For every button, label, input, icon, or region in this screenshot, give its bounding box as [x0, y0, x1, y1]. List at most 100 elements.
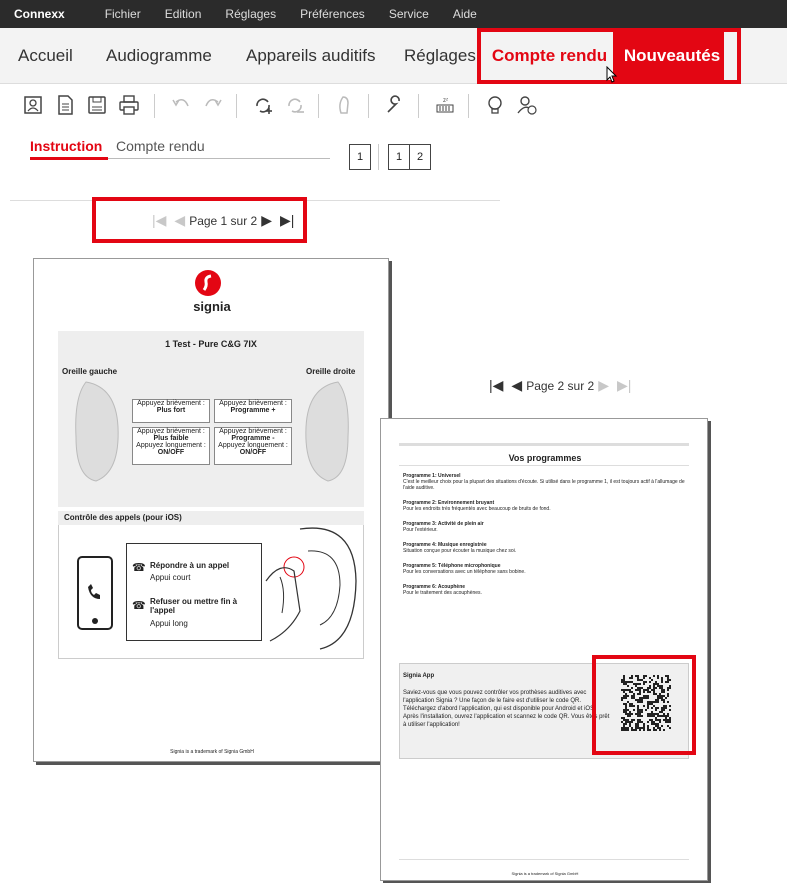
qr-code-icon: [621, 675, 671, 731]
reject-call-sub: Appui long: [150, 619, 188, 628]
right-ear-label: Oreille droite: [306, 367, 356, 376]
program-desc: C'est le meilleur choix pour la plupart …: [403, 479, 685, 491]
redo-icon[interactable]: [200, 92, 226, 118]
report-page-2: Vos programmes Programme 1: Universel C'e…: [380, 418, 708, 881]
page2-footer: Signia is a trademark of Signia GmbH: [511, 871, 579, 876]
app-text: Saviez-vous que vous pouvez contrôler vo…: [403, 690, 610, 728]
signia-logo-text: signia: [193, 299, 231, 314]
toolbar: zᶻ: [0, 84, 787, 128]
last-page-icon[interactable]: ▶|: [280, 212, 294, 229]
toolbar-separator: [368, 94, 369, 118]
prev-page-icon[interactable]: ◀: [511, 377, 522, 394]
last-page-icon[interactable]: ▶|: [617, 377, 631, 394]
page-indicator: Page 2 sur 2: [526, 378, 595, 393]
menu-bar: Connexx Fichier Edition Réglages Préfére…: [0, 0, 787, 28]
first-page-icon[interactable]: |◀: [152, 212, 166, 229]
toolbar-separator: [468, 94, 469, 118]
programs-list: Programme 1: Universel C'est le meilleur …: [403, 473, 693, 605]
toolbar-separator: [418, 94, 419, 118]
menu-reglages[interactable]: Réglages: [225, 7, 276, 21]
report-page-1: signia 1 Test - Pure C&G 7IX Oreille gau…: [33, 258, 389, 762]
layout-separator: [378, 144, 379, 170]
next-page-icon[interactable]: ▶: [261, 212, 272, 229]
program-desc: Pour les conversations avec un téléphone…: [403, 569, 526, 575]
nav-audiogramme[interactable]: Audiogramme: [106, 46, 212, 66]
program-desc: Situation conçue pour écouter la musique…: [403, 548, 517, 554]
program-item: Programme 6: Acouphène Pour le traitement…: [403, 584, 693, 596]
menu-aide[interactable]: Aide: [453, 7, 477, 21]
nav-compte-rendu[interactable]: Compte rendu: [490, 28, 609, 84]
sync-icon[interactable]: [282, 92, 308, 118]
undo-icon[interactable]: [168, 92, 194, 118]
main-nav: Accueil Audiogramme Appareils auditifs R…: [0, 28, 787, 84]
nav-nouveautes[interactable]: Nouveautés: [620, 28, 724, 84]
save-icon[interactable]: [84, 92, 110, 118]
prev-page-icon[interactable]: ◀: [174, 212, 185, 229]
program-desc: Pour les endroits très fréquentés avec b…: [403, 506, 551, 512]
menu-service[interactable]: Service: [389, 7, 429, 21]
menu-fichier[interactable]: Fichier: [105, 7, 141, 21]
menu-preferences[interactable]: Préférences: [300, 7, 365, 21]
next-page-icon[interactable]: ▶: [598, 377, 609, 394]
program-item: Programme 2: Environnement bruyant Pour l…: [403, 500, 693, 512]
footer-rule: [399, 859, 689, 860]
left-hearing-aid-icon: [75, 381, 119, 482]
ear-hand-illustration: [265, 527, 357, 650]
hearing-aid-icon[interactable]: [332, 92, 358, 118]
program-item: Programme 4: Musique enregistrée Situatio…: [403, 542, 693, 554]
pager-page-2: |◀ ◀ Page 2 sur 2 ▶ ▶|: [485, 377, 635, 394]
program-desc: Pour le traitement des acouphènes.: [403, 590, 482, 596]
tab-instruction[interactable]: Instruction: [30, 138, 102, 154]
device-title: 1 Test - Pure C&G 7IX: [165, 339, 257, 349]
program-item: Programme 1: Universel C'est le meilleur …: [403, 473, 693, 491]
info-box-plus-faible: Appuyez brièvement : Plus faible Appuyez l…: [132, 427, 210, 465]
toolbar-separator: [236, 94, 237, 118]
call-instructions-box: [126, 543, 262, 641]
right-hearing-aid-icon: [305, 381, 349, 482]
reject-call-label: Refuser ou mettre fin à l'appel: [150, 597, 238, 615]
first-page-icon[interactable]: |◀: [489, 377, 503, 394]
nav-accueil[interactable]: Accueil: [18, 46, 73, 66]
nav-appareils-auditifs[interactable]: Appareils auditifs: [246, 46, 375, 66]
answer-phone-icon: ☎: [132, 562, 146, 574]
program-item: Programme 5: Téléphone microphonique Pour…: [403, 563, 693, 575]
toolbar-separator: [154, 94, 155, 118]
app-title: Signia App: [403, 673, 435, 679]
signia-logo-icon: [195, 270, 221, 296]
programs-title: Vos programmes: [508, 453, 582, 463]
answer-call-sub: Appui court: [150, 573, 191, 582]
menu-edition[interactable]: Edition: [165, 7, 202, 21]
print-icon[interactable]: [116, 92, 142, 118]
toolbar-separator: [318, 94, 319, 118]
hangup-phone-icon: ☎: [132, 600, 146, 612]
patient-icon[interactable]: [20, 92, 46, 118]
header-bar: [399, 443, 689, 446]
info-box-programme-minus: Appuyez brièvement : Programme - Appuyez l…: [214, 427, 292, 465]
single-page-view-button[interactable]: 1: [349, 144, 371, 170]
add-sync-icon[interactable]: [250, 92, 276, 118]
program-item: Programme 3: Activité de plein air Pour l…: [403, 521, 693, 533]
info-box-programme-plus: Appuyez brièvement : Programme +: [214, 399, 292, 423]
sleep-meter-icon[interactable]: zᶻ: [432, 92, 458, 118]
nav-reglages[interactable]: Réglages: [404, 46, 476, 66]
mouse-cursor-icon: [606, 66, 618, 83]
left-ear-label: Oreille gauche: [62, 367, 118, 376]
page-indicator: Page 1 sur 2: [189, 213, 258, 228]
phone-icon: [77, 556, 113, 630]
program-desc: Pour l'extérieur.: [403, 527, 438, 533]
page1-footer: Signia is a trademark of Signia GmbH: [170, 749, 254, 755]
document-icon[interactable]: [52, 92, 78, 118]
tab-active-indicator: [30, 157, 108, 160]
title-rule: [399, 465, 689, 466]
section-divider: [10, 200, 500, 201]
user-info-icon[interactable]: [514, 92, 540, 118]
two-page-view-right[interactable]: 2: [409, 144, 431, 170]
tab-compte-rendu[interactable]: Compte rendu: [116, 138, 205, 154]
lightbulb-icon[interactable]: [482, 92, 508, 118]
pager-page-1: |◀ ◀ Page 1 sur 2 ▶ ▶|: [148, 212, 298, 229]
wrench-icon[interactable]: [382, 92, 408, 118]
info-box-plus-fort: Appuyez brièvement : Plus fort: [132, 399, 210, 423]
answer-call-label: Répondre à un appel: [150, 561, 230, 570]
app-brand: Connexx: [14, 7, 65, 21]
two-page-view-left[interactable]: 1: [388, 144, 410, 170]
